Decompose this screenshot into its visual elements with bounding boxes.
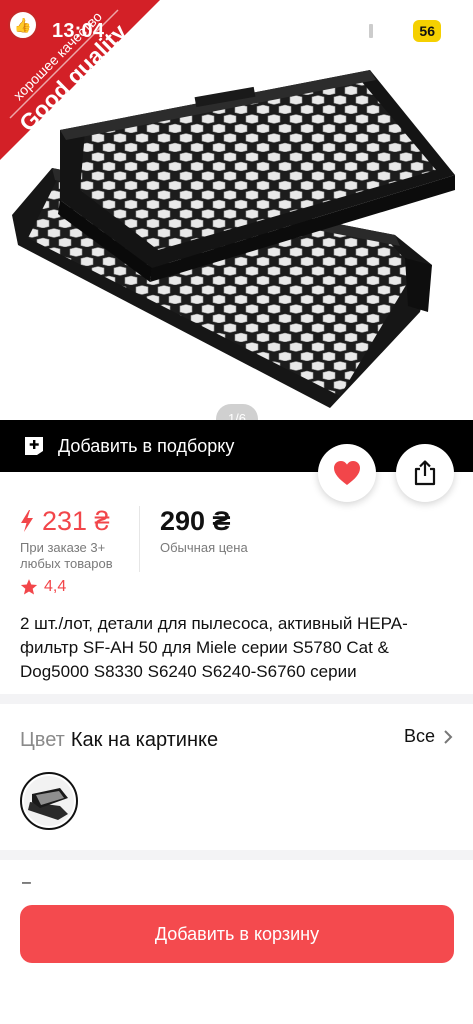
rating[interactable]: 4,4 [20,578,66,596]
favorite-button[interactable] [318,444,376,502]
rating-value: 4,4 [44,578,67,595]
quantity-dash: – [22,874,31,891]
star-icon [20,579,38,595]
product-photo [12,70,455,408]
add-to-collection-icon [25,437,43,455]
heart-icon [334,461,360,485]
regular-price-block: 290 ₴ Обычная цена [160,506,248,556]
color-value: Как на картинке [70,728,219,751]
chevron-right-icon [444,729,453,744]
color-all-label: Все [403,726,435,746]
battery-icon: 56 [413,20,441,42]
add-to-cart-button[interactable]: Добавить в корзину [20,905,454,963]
add-to-collection-label: Добавить в подборку [58,435,235,456]
sale-price: 231 ₴ [42,505,110,536]
share-icon [414,460,436,486]
regular-price: 290 ₴ [160,506,231,536]
product-title: 2 шт./лот, детали для пылесоса, активный… [20,614,408,681]
filter-thumbnail [24,776,74,826]
sale-price-caption: При заказе 3+ любых товаров [20,540,113,571]
section-divider [0,850,473,860]
section-divider [0,694,473,704]
sale-price-block: 231 ₴ При заказе 3+ любых товаров [20,506,140,572]
status-time: 13:04 [52,20,105,42]
color-option-row[interactable]: Цвет Как на картинке Все [20,726,453,754]
share-button[interactable] [396,444,454,502]
regular-price-caption: Обычная цена [160,540,248,555]
price-divider [139,506,140,572]
gallery-page-indicator: 1/6 [216,404,258,420]
lightning-icon [21,510,33,532]
signal-icon [351,24,374,38]
status-bar: 13:04 56 [0,0,473,60]
product-image-gallery[interactable]: хорошее качество Good quality 👍 13:04 56… [0,0,473,420]
thumbs-up-seal-icon: 👍 [8,10,38,40]
wifi-icon [383,23,404,38]
color-swatch[interactable] [20,772,78,830]
color-all-link[interactable]: Все [404,726,453,747]
color-label: Цвет [20,728,65,751]
